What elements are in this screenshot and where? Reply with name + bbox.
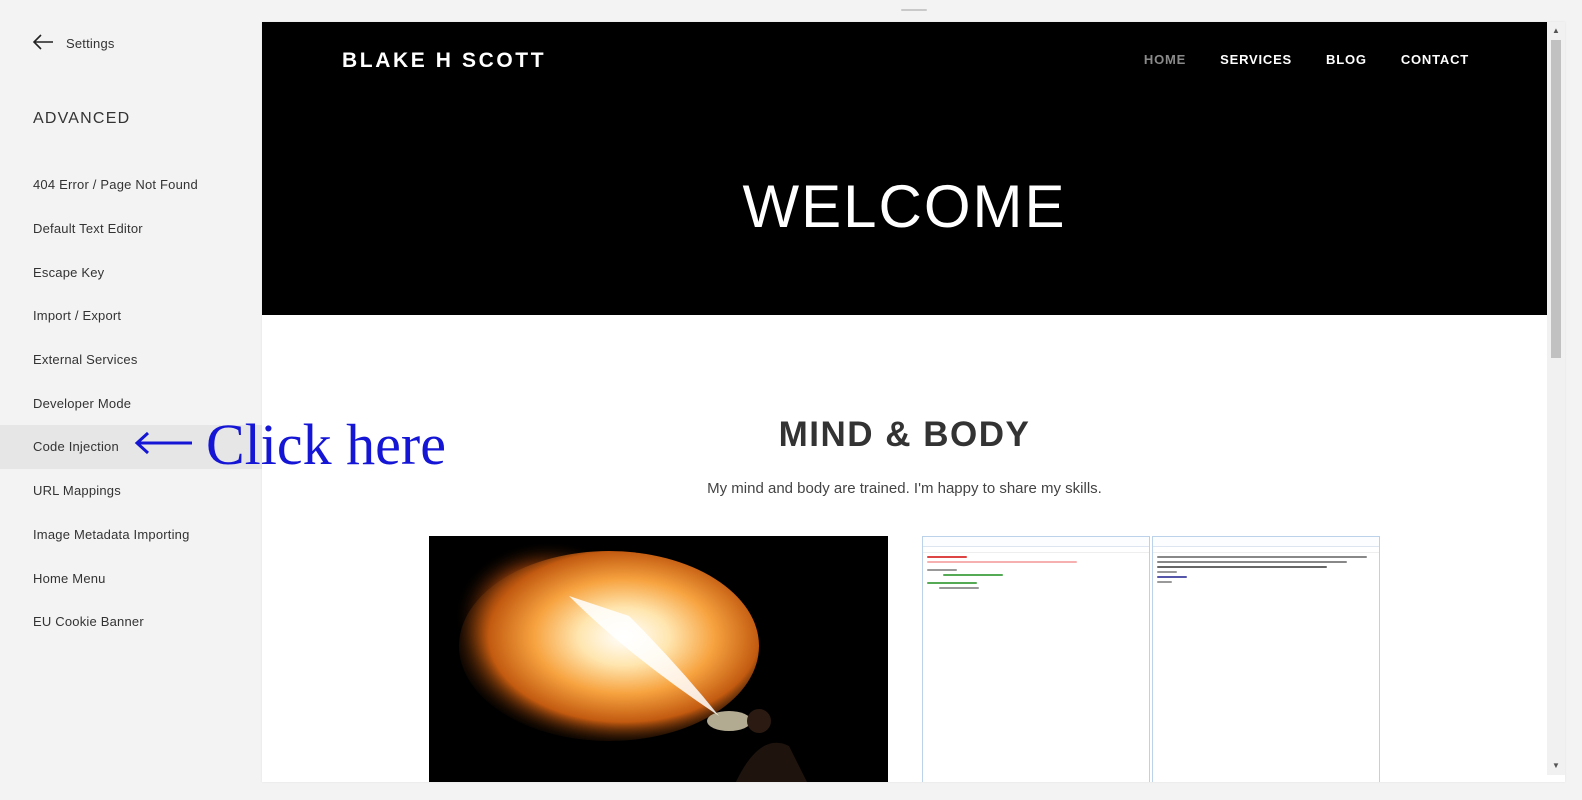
menu-item-developer-mode[interactable]: Developer Mode	[0, 381, 262, 425]
fire-breather-image	[429, 536, 888, 782]
nav-services[interactable]: SERVICES	[1220, 52, 1292, 67]
section-subtitle: My mind and body are trained. I'm happy …	[707, 480, 1102, 497]
nav-blog[interactable]: BLOG	[1326, 52, 1367, 67]
section-heading: MIND & BODY	[778, 415, 1031, 454]
menu-item-eu-cookie-banner[interactable]: EU Cookie Banner	[0, 600, 262, 644]
menu-item-default-text-editor[interactable]: Default Text Editor	[0, 207, 262, 251]
menu-item-external-services[interactable]: External Services	[0, 338, 262, 382]
menu-item-404-error[interactable]: 404 Error / Page Not Found	[0, 163, 262, 207]
settings-sidebar: Settings ADVANCED 404 Error / Page Not F…	[0, 0, 262, 800]
nav-contact[interactable]: CONTACT	[1401, 52, 1469, 67]
site-nav: HOME SERVICES BLOG CONTACT	[1144, 52, 1469, 67]
nav-home[interactable]: HOME	[1144, 52, 1186, 67]
menu-item-escape-key[interactable]: Escape Key	[0, 250, 262, 294]
section-title: ADVANCED	[33, 110, 131, 127]
back-label: Settings	[66, 35, 115, 51]
scroll-up-icon[interactable]: ▲	[1551, 26, 1561, 36]
menu-item-import-export[interactable]: Import / Export	[0, 294, 262, 338]
drag-handle[interactable]	[901, 9, 927, 11]
site-preview-frame: BLAKE H SCOTT HOME SERVICES BLOG CONTACT…	[262, 22, 1565, 782]
editor-window-left	[922, 536, 1150, 782]
preview-scrollbar[interactable]: ▲ ▼	[1547, 22, 1565, 775]
menu-item-image-metadata-importing[interactable]: Image Metadata Importing	[0, 513, 262, 557]
menu-item-url-mappings[interactable]: URL Mappings	[0, 469, 262, 513]
scrollbar-thumb[interactable]	[1551, 40, 1561, 358]
site-header: BLAKE H SCOTT HOME SERVICES BLOG CONTACT…	[262, 22, 1547, 315]
site-logo[interactable]: BLAKE H SCOTT	[342, 49, 546, 73]
advanced-menu: 404 Error / Page Not Found Default Text …	[0, 163, 262, 644]
menu-item-home-menu[interactable]: Home Menu	[0, 556, 262, 600]
back-to-settings-link[interactable]: Settings	[32, 32, 115, 54]
arrow-left-icon	[32, 33, 54, 53]
scroll-down-icon[interactable]: ▼	[1551, 761, 1561, 771]
menu-item-code-injection[interactable]: Code Injection	[0, 425, 262, 469]
hero-title: WELCOME	[742, 173, 1067, 240]
code-editor-screenshot-image	[922, 536, 1381, 782]
editor-window-right	[1152, 536, 1380, 782]
